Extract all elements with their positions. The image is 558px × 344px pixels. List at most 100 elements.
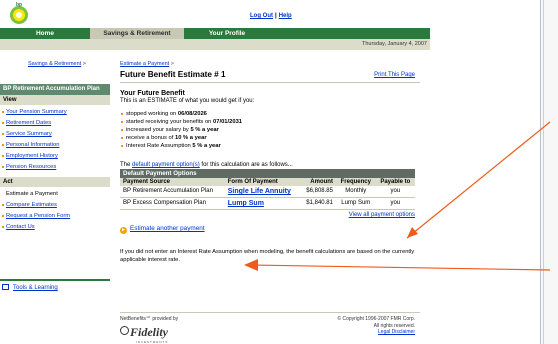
sidebar-breadcrumb: Savings & Retirement > <box>28 61 86 67</box>
help-link[interactable]: Help <box>279 13 292 19</box>
main-breadcrumb: Estimate a Payment > <box>120 61 420 67</box>
main-nav: Home Savings & Retirement Your Profile <box>0 28 430 39</box>
default-options-text: The default payment option(s) for this c… <box>120 162 420 168</box>
fidelity-logo-icon <box>120 326 129 335</box>
breadcrumb-savings-link[interactable]: Savings & Retirement <box>28 61 81 67</box>
col-amount: Amount <box>300 178 336 186</box>
cell-source: BP Excess Compensation Plan <box>120 197 225 210</box>
tab-home[interactable]: Home <box>0 28 90 39</box>
sidebar-item-personal-information[interactable]: Personal Information <box>0 141 110 152</box>
sidebar-link[interactable]: Contact Us <box>6 224 35 230</box>
table-row: BP Retirement Accumulation Plan Single L… <box>120 186 415 198</box>
assumption-text: increased your salary by <box>126 127 191 133</box>
sidebar-link[interactable]: Pension Resources <box>6 164 56 170</box>
sidebar-view-heading: View <box>0 95 110 105</box>
assumption-text: stopped working on <box>126 111 178 117</box>
tools-learning-section: Tools & Learning <box>0 279 110 294</box>
cell-form: Lump Sum <box>224 197 301 210</box>
nav-filler <box>270 28 430 39</box>
sidebar-item-compare-estimates[interactable]: Compare Estimates <box>0 201 110 212</box>
page-title: Future Benefit Estimate # 1 <box>120 70 226 79</box>
assumption-item: stopped working on 06/08/2026 <box>120 110 420 118</box>
estimate-another-payment-link[interactable]: Estimate another payment <box>130 225 205 232</box>
assumption-item: increased your salary by 5 % a year <box>120 126 420 134</box>
cell-amount: $1,840.81 <box>300 197 336 210</box>
sidebar-link[interactable]: Personal Information <box>6 142 60 148</box>
sidebar-link[interactable]: Retirement Dates <box>6 120 51 126</box>
assumption-text: started receiving your benefits on <box>126 119 214 125</box>
cell-payable: you <box>375 186 415 198</box>
tools-learning-link[interactable]: Tools & Learning <box>13 285 58 291</box>
assumption-value: 5 % a year <box>190 127 219 133</box>
logout-link[interactable]: Log Out <box>250 13 273 19</box>
breadcrumb-separator: > <box>170 61 174 67</box>
assumption-value: 5 % a year <box>192 143 221 149</box>
default-payment-table: Default Payment Options Payment Source F… <box>120 169 415 210</box>
bp-logo-icon[interactable]: bp <box>8 1 30 25</box>
form-of-payment-link[interactable]: Single Life Annuity <box>228 188 291 195</box>
default-text-pre: The <box>120 162 133 168</box>
sidebar-link[interactable]: Request a Pension Form <box>6 213 70 219</box>
copyright-block: © Copyright 1996-2007 FMR Corp. All righ… <box>337 316 415 336</box>
assumption-item: Interest Rate Assumption 5 % a year <box>120 142 420 150</box>
tools-box-icon <box>2 284 9 290</box>
tools-learning-row[interactable]: Tools & Learning <box>0 281 110 294</box>
legal-disclaimer-link[interactable]: Legal Disclaimer <box>378 329 415 335</box>
cell-source: BP Retirement Accumulation Plan <box>120 186 225 198</box>
col-form-of-payment: Form Of Payment <box>224 178 301 186</box>
right-divider <box>543 0 544 344</box>
sidebar-item-request-form[interactable]: Request a Pension Form <box>0 212 110 223</box>
assumption-item: started receiving your benefits on 07/01… <box>120 118 420 126</box>
assumption-value: 10 % a year <box>174 135 207 141</box>
sidebar-item-pension-resources[interactable]: Pension Resources <box>0 163 110 174</box>
future-benefit-subtitle: This is an ESTIMATE of what you would ge… <box>120 98 255 104</box>
estimate-another-row[interactable]: ► Estimate another payment <box>120 225 420 234</box>
assumption-value: 06/08/2026 <box>177 111 207 117</box>
main-content: Estimate a Payment > Future Benefit Esti… <box>120 61 420 264</box>
default-text-post: for this calculation are as follows... <box>199 162 293 168</box>
assumption-text: Interest Rate Assumption <box>126 143 193 149</box>
sidebar: BP Retirement Accumulation Plan View You… <box>0 84 110 237</box>
interest-rate-note: If you did not enter an Interest Rate As… <box>120 249 415 263</box>
cell-payable: you <box>375 197 415 210</box>
assumptions-list: stopped working on 06/08/2026 started re… <box>120 110 420 150</box>
col-payable-to: Payable to <box>375 178 415 186</box>
sidebar-plan-title: BP Retirement Accumulation Plan <box>0 84 110 95</box>
form-of-payment-link[interactable]: Lump Sum <box>228 200 264 207</box>
header: bp Log Out | Help <box>0 0 540 28</box>
current-date: Thursday, January 4, 2007 <box>361 41 427 47</box>
cell-frequency: Monthly <box>335 186 376 198</box>
future-benefit-heading: Your Future Benefit <box>120 90 185 97</box>
page: bp Log Out | Help Home Savings & Retiremen… <box>0 0 540 344</box>
view-all-payment-options-link[interactable]: View all payment options <box>349 212 415 218</box>
sidebar-item-pension-summary[interactable]: Your Pension Summary <box>0 108 110 119</box>
table-header-row: Payment Source Form Of Payment Amount Fr… <box>120 178 415 186</box>
fidelity-logo: Fidelity <box>120 325 168 340</box>
footer: NetBenefits℠ provided by Fidelity INVEST… <box>120 312 420 344</box>
sidebar-link[interactable]: Compare Estimates <box>6 202 57 208</box>
fidelity-brand-text: Fidelity <box>130 325 168 339</box>
assumption-text: receive a bonus of <box>126 135 175 141</box>
col-payment-source: Payment Source <box>120 178 225 186</box>
sidebar-item-estimate-payment: Estimate a Payment <box>6 191 58 197</box>
print-page-link[interactable]: Print This Page <box>374 72 415 78</box>
sidebar-link[interactable]: Your Pension Summary <box>6 109 67 115</box>
logo-text: bp <box>16 2 22 8</box>
breadcrumb-estimate-link[interactable]: Estimate a Payment <box>120 61 169 67</box>
default-payment-options-link[interactable]: default payment option(s) <box>132 162 200 168</box>
arrow-circle-icon: ► <box>120 227 127 234</box>
sidebar-link[interactable]: Service Summary <box>6 131 52 137</box>
cell-amount: $6,808.85 <box>300 186 336 198</box>
sidebar-link[interactable]: Employment History <box>6 153 58 159</box>
tab-savings-retirement[interactable]: Savings & Retirement <box>90 28 184 39</box>
fidelity-brand-sub: INVESTMENTS <box>136 340 169 344</box>
tab-your-profile[interactable]: Your Profile <box>184 28 270 39</box>
sidebar-item-contact-us[interactable]: Contact Us <box>0 223 110 234</box>
cell-form: Single Life Annuity <box>224 186 301 198</box>
title-row: Future Benefit Estimate # 1 Print This P… <box>120 68 420 83</box>
top-links: Log Out | Help <box>250 13 292 19</box>
table-row: BP Excess Compensation Plan Lump Sum $1,… <box>120 197 415 210</box>
sidebar-item-retirement-dates[interactable]: Retirement Dates <box>0 119 110 130</box>
sidebar-item-service-summary[interactable]: Service Summary <box>0 130 110 141</box>
sidebar-item-employment-history[interactable]: Employment History <box>0 152 110 163</box>
